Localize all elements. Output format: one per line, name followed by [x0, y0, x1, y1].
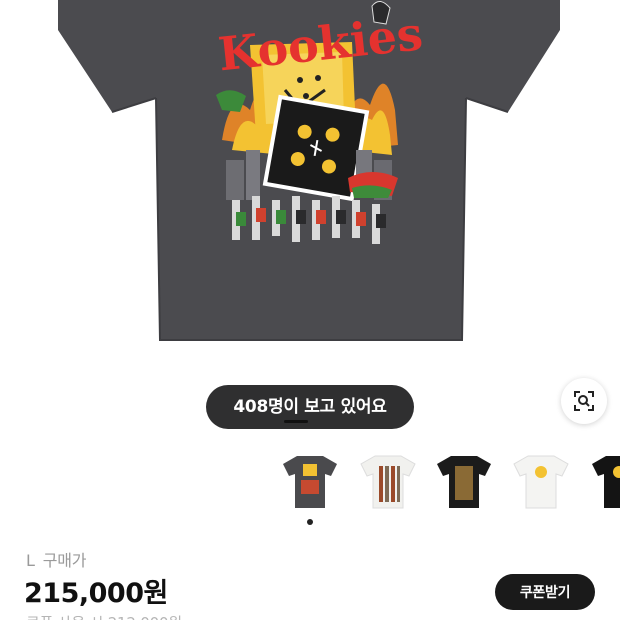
get-coupon-button[interactable]: 쿠폰받기	[495, 574, 595, 610]
carousel-indicator	[284, 420, 308, 423]
product-page: Kookies 408명이 보고 있어요 L 구매가 215,000원 쿠폰받기	[0, 0, 620, 620]
thumbnail-3[interactable]	[433, 450, 495, 512]
price: 215,000원	[24, 578, 168, 609]
tshirt-illustration: Kookies	[58, 0, 560, 341]
product-image[interactable]: Kookies	[0, 0, 620, 368]
pagination-dot	[307, 519, 313, 525]
tshirt-thumb	[592, 456, 620, 508]
tshirt-thumb	[283, 456, 337, 508]
tshirt-thumb	[437, 456, 491, 508]
tshirt-thumb	[513, 455, 569, 509]
lens-icon	[574, 391, 594, 411]
purchase-price-label: 구매가	[42, 551, 87, 570]
thumbnail-1[interactable]	[279, 450, 341, 512]
visual-search-button[interactable]	[561, 378, 607, 424]
size-purchase-label: L 구매가	[26, 547, 86, 571]
thumbnail-5[interactable]	[588, 450, 620, 512]
coupon-price-text: 쿠폰 사용 시 212,000원	[26, 612, 182, 620]
thumbnail-carousel	[0, 446, 620, 518]
thumbnail-4[interactable]	[510, 450, 572, 512]
size-value: L	[26, 551, 35, 570]
thumbnail-2[interactable]	[357, 450, 419, 512]
viewer-count-badge: 408명이 보고 있어요	[206, 385, 414, 429]
tshirt-thumb	[360, 455, 416, 509]
